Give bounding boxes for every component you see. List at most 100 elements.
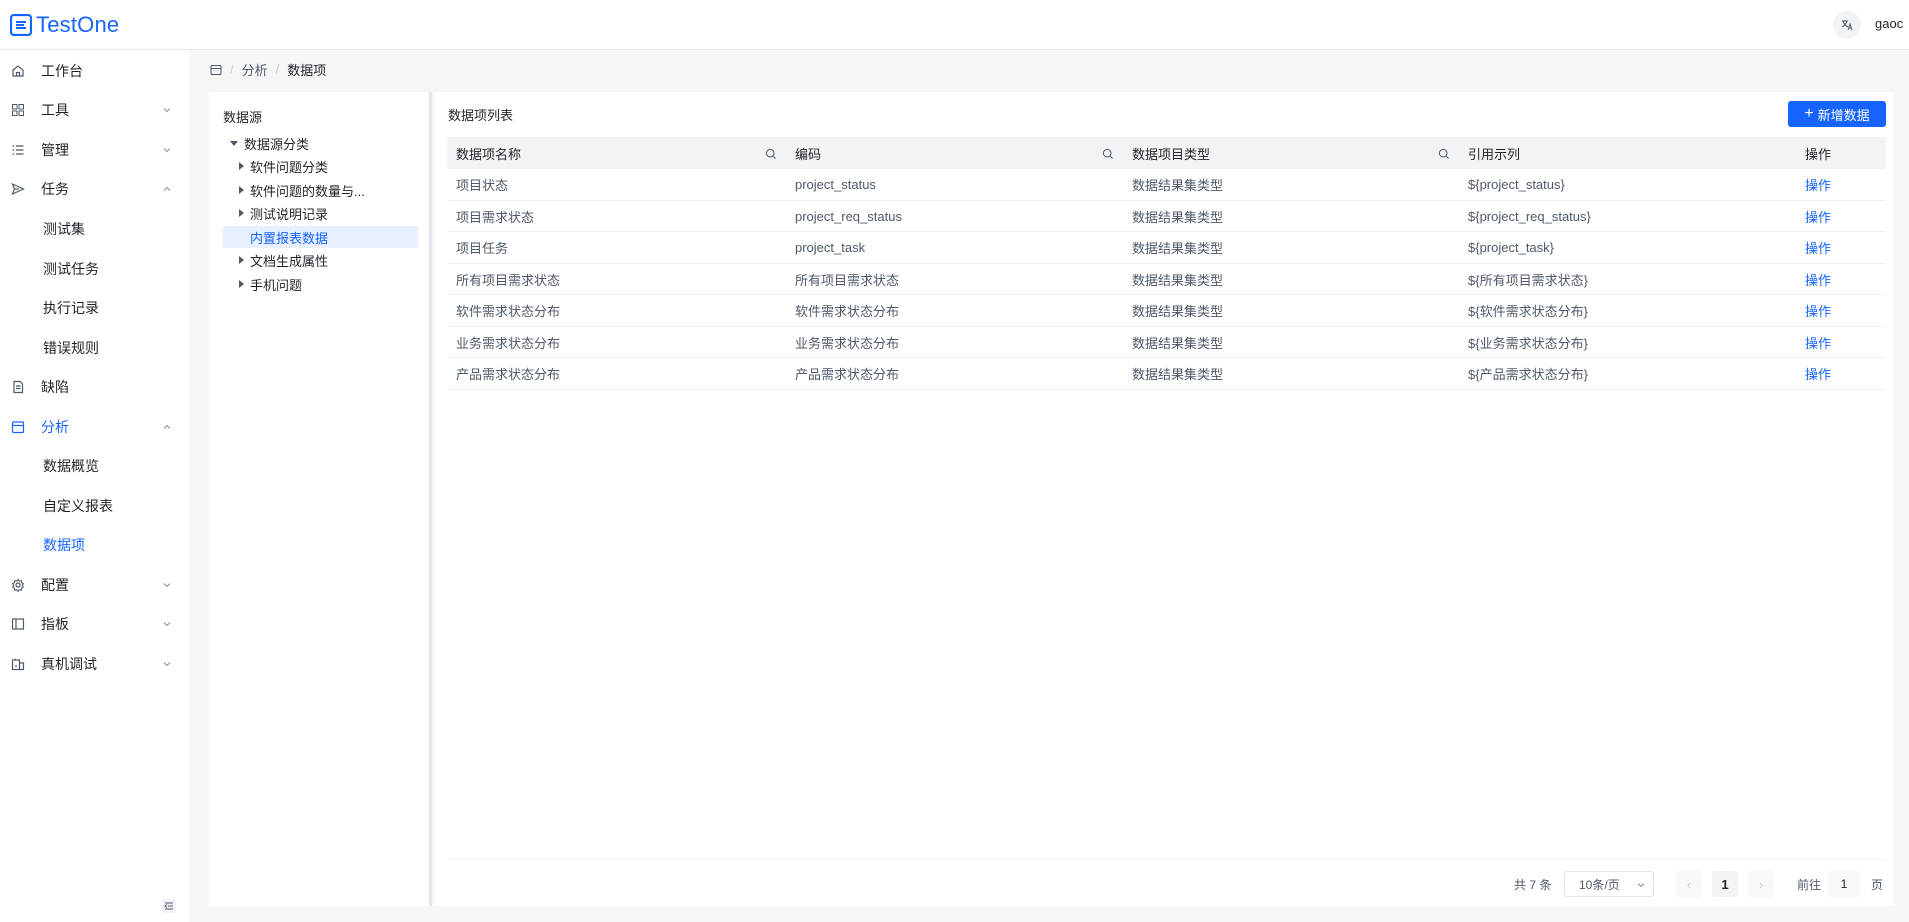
tree-root[interactable]: 数据源分类 (230, 132, 309, 154)
nav-task[interactable]: 任务 (0, 171, 191, 207)
tree-node-software-issue[interactable]: 软件问题分类 (239, 155, 328, 177)
nav-device-debug[interactable]: 真机调试 (0, 646, 191, 682)
chevron-right-icon: › (1758, 876, 1764, 892)
chevron-down-icon (1637, 883, 1645, 888)
row-action-link[interactable]: 操作 (1805, 327, 1831, 358)
nav-exec-record[interactable]: 执行记录 (0, 290, 191, 326)
nav-label: 测试任务 (43, 261, 99, 277)
table-cell: 业务需求状态分布 (456, 335, 561, 351)
table-row: 项目任务 project_task 数据结果集类型 ${project_task} 操作 (447, 232, 1886, 264)
top-bar: TestOne gaoc (0, 0, 1909, 50)
layout-icon (11, 618, 25, 630)
column-header-code: 编码 (795, 146, 822, 162)
tree-node-test-record[interactable]: 测试说明记录 (239, 202, 328, 224)
row-action-link[interactable]: 操作 (1805, 264, 1831, 295)
chevron-down-icon (163, 662, 171, 667)
nav-data-overview[interactable]: 数据概览 (0, 448, 191, 484)
nav-custom-report[interactable]: 自定义报表 (0, 488, 191, 524)
breadcrumb-separator: / (230, 62, 234, 77)
nav-config[interactable]: 配置 (0, 567, 191, 603)
tree-label: 内置报表数据 (250, 230, 329, 246)
nav-defect[interactable]: 缺陷 (0, 369, 191, 405)
tree-label: 数据源分类 (244, 136, 310, 152)
table-cell: project_req_status (795, 208, 902, 224)
table-cell: ${project_status} (1468, 177, 1565, 192)
row-action-link[interactable]: 操作 (1805, 295, 1831, 326)
list-title: 数据项列表 (448, 108, 514, 123)
nav-error-rule[interactable]: 错误规则 (0, 330, 191, 366)
search-icon[interactable] (1102, 148, 1114, 160)
prev-page-button[interactable]: ‹ (1676, 871, 1702, 897)
table-cell: 数据结果集类型 (1132, 241, 1224, 256)
column-header-type: 数据项目类型 (1132, 146, 1211, 162)
nav-label: 数据项 (43, 537, 85, 553)
list-icon (12, 145, 24, 155)
caret-right-icon[interactable] (239, 162, 244, 170)
nav-test-set[interactable]: 测试集 (0, 211, 191, 247)
tree-label: 文档生成属性 (250, 253, 329, 269)
table-cell: 产品需求状态分布 (795, 367, 900, 382)
table-row: 项目状态 project_status 数据结果集类型 ${project_statu… (447, 169, 1886, 201)
chevron-up-icon (163, 424, 171, 429)
page-number-current[interactable]: 1 (1712, 871, 1738, 897)
row-action-link[interactable]: 操作 (1805, 169, 1831, 200)
nav-label: 管理 (41, 142, 69, 158)
breadcrumb-item[interactable]: 分析 (242, 60, 268, 79)
gear-icon (11, 578, 25, 592)
caret-right-icon[interactable] (239, 186, 244, 194)
nav-workbench[interactable]: 工作台 (0, 53, 191, 89)
nav-tools[interactable]: 工具 (0, 92, 191, 128)
tree-label: 软件问题分类 (250, 159, 329, 175)
table-header: 数据项名称 编码 数据项目类型 引用示列 操作 (447, 137, 1886, 169)
nav-test-task[interactable]: 测试任务 (0, 251, 191, 287)
nav-label: 工具 (41, 102, 69, 118)
user-name[interactable]: gaoc (1875, 16, 1903, 31)
table-body: 项目状态 project_status 数据结果集类型 ${project_statu… (447, 169, 1886, 390)
search-icon[interactable] (765, 148, 777, 160)
device-icon (11, 658, 25, 671)
nav-label: 分析 (41, 419, 69, 435)
nav-manage[interactable]: 管理 (0, 132, 191, 168)
datasource-panel: 数据源 数据源分类 软件问题分类 软件问题的数量与... 测试说明记录 内置报表… (209, 92, 432, 906)
breadcrumb-separator: / (275, 62, 280, 77)
calendar-icon[interactable] (210, 64, 222, 76)
app-logo[interactable]: TestOne (10, 12, 119, 38)
goto-page-input[interactable]: 1 (1828, 871, 1860, 897)
nav-label: 配置 (41, 577, 69, 593)
nav-board[interactable]: 指板 (0, 606, 191, 642)
caret-right-icon[interactable] (239, 256, 244, 264)
tree-label: 测试说明记录 (250, 206, 329, 222)
row-action-link[interactable]: 操作 (1805, 201, 1831, 232)
next-page-button[interactable]: › (1748, 871, 1774, 897)
breadcrumb-current: 数据项 (287, 63, 327, 78)
tree-node-phone-issue[interactable]: 手机问题 (239, 273, 302, 295)
table-cell: ${project_req_status} (1468, 208, 1591, 224)
tree-node-builtin-report[interactable]: 内置报表数据 (223, 226, 418, 248)
caret-down-icon[interactable] (230, 140, 238, 146)
chevron-up-icon (163, 186, 171, 191)
nav-label: 数据概览 (43, 458, 99, 474)
plus-icon: + (1804, 105, 1814, 122)
table-cell: 产品需求状态分布 (456, 367, 561, 382)
caret-right-icon[interactable] (239, 209, 244, 217)
nav-data-item[interactable]: 数据项 (0, 527, 191, 563)
nav-analysis[interactable]: 分析 (0, 409, 191, 445)
row-action-link[interactable]: 操作 (1805, 358, 1831, 389)
caret-right-icon[interactable] (239, 280, 244, 288)
row-action-link[interactable]: 操作 (1805, 232, 1831, 263)
tree-node-doc-attr[interactable]: 文档生成属性 (239, 249, 328, 271)
goto-label: 前往 (1797, 877, 1822, 892)
table-cell: ${业务需求状态分布} (1468, 335, 1588, 351)
pager-divider (447, 859, 1886, 860)
add-data-button[interactable]: + 新增数据 (1788, 101, 1886, 127)
table-row: 项目需求状态 project_req_status 数据结果集类型 ${project… (447, 201, 1886, 232)
table-cell: 数据结果集类型 (1132, 272, 1224, 288)
table-cell: 数据结果集类型 (1132, 335, 1224, 351)
translate-button[interactable] (1833, 11, 1861, 39)
search-icon[interactable] (1438, 148, 1450, 160)
page-size-select[interactable]: 10条/页 (1564, 871, 1654, 897)
collapse-sidebar-icon[interactable] (161, 898, 177, 914)
total-count: 共 7 条 (1514, 877, 1552, 892)
tree-node-issue-count[interactable]: 软件问题的数量与... (239, 179, 365, 201)
table-cell: 数据结果集类型 (1132, 367, 1224, 382)
